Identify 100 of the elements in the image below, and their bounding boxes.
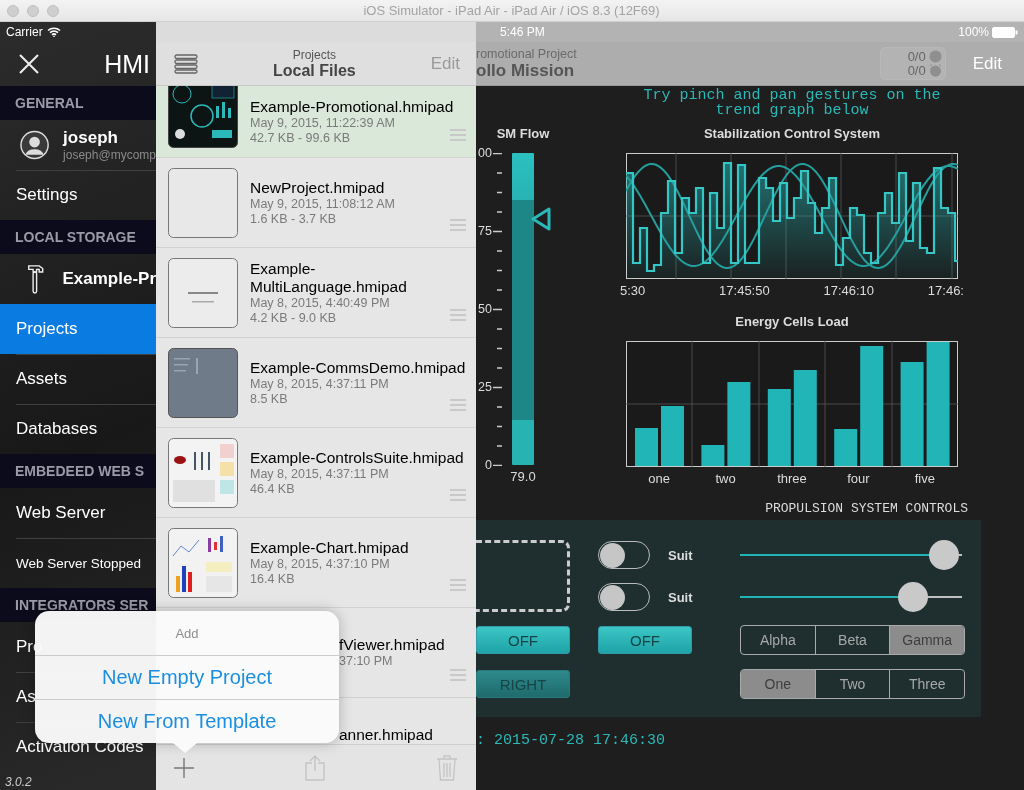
file-row[interactable]: Example-ControlsSuite.hmipad May 8, 2015, 4:37:11 PM 46.4 KB bbox=[156, 428, 476, 518]
trash-icon[interactable] bbox=[436, 754, 458, 781]
drag-handle-icon[interactable] bbox=[450, 669, 466, 681]
bar bbox=[635, 428, 658, 466]
file-name: Example-Promotional.hmipad bbox=[250, 97, 454, 116]
drag-handle-icon[interactable] bbox=[450, 129, 466, 141]
axis-label: two bbox=[714, 472, 737, 486]
bar bbox=[834, 429, 858, 466]
bar bbox=[661, 406, 684, 466]
axis-label: 17:46: bbox=[927, 284, 964, 298]
project-thumbnail bbox=[168, 437, 238, 508]
toggle-button[interactable]: OFF bbox=[598, 626, 692, 654]
file-row[interactable]: Example-MultiLanguage.hmipad May 8, 2015, 4:40:49 PM 4.2 KB - 9.0 KB bbox=[156, 248, 476, 338]
axis-label: 00 bbox=[478, 146, 492, 160]
chart-title: Stabilization Control System bbox=[703, 126, 881, 141]
wifi-icon bbox=[46, 27, 61, 37]
toggle-button[interactable]: OFF bbox=[476, 626, 570, 654]
project-thumbnail bbox=[168, 347, 238, 418]
window-title: iOS Simulator - iPad Air - iPad Air / iOS 8.3 (12F69) bbox=[362, 3, 661, 18]
section-header: GENERAL bbox=[0, 86, 156, 120]
clock-label: 5:46 PM bbox=[500, 25, 545, 39]
share-icon[interactable] bbox=[305, 754, 325, 781]
segment-option[interactable]: Two bbox=[814, 670, 890, 698]
window-minimize-button[interactable] bbox=[27, 4, 39, 17]
user-row[interactable]: joseph joseph@mycomp bbox=[0, 120, 156, 170]
drag-handle-icon[interactable] bbox=[450, 579, 466, 591]
menu-item[interactable]: Web Server bbox=[0, 488, 156, 538]
file-row[interactable]: Example-CommsDemo.hmipad May 8, 2015, 4:37:11 PM 8.5 KB bbox=[156, 338, 476, 428]
slider[interactable] bbox=[740, 582, 962, 612]
axis-label: 50 bbox=[478, 302, 492, 316]
version-label: 3.0.2 bbox=[4, 774, 33, 789]
slider-thumb[interactable] bbox=[898, 582, 929, 612]
counter-value: 0/0 bbox=[907, 49, 926, 64]
file-size: 4.2 KB - 9.0 KB bbox=[250, 310, 337, 326]
file-size: 8.5 KB bbox=[250, 391, 288, 407]
section-title: PROPULSION SYSTEM CONTROLS bbox=[764, 502, 968, 516]
menu-icon[interactable] bbox=[174, 53, 198, 74]
file-date: May 8, 2015, 4:37:11 PM bbox=[250, 376, 389, 392]
avatar-icon bbox=[20, 130, 50, 160]
file-name: Example-ControlsSuite.hmipad bbox=[250, 448, 464, 467]
file-size: 46.4 KB bbox=[250, 481, 295, 497]
window-zoom-button[interactable] bbox=[47, 4, 59, 17]
segment-option[interactable]: Alpha bbox=[741, 626, 815, 654]
nav-subtitle: romotional Project bbox=[476, 46, 578, 61]
nav-title: ollo Mission bbox=[476, 60, 575, 81]
file-name: Example-MultiLanguage.hmipad bbox=[250, 259, 408, 296]
battery-label: 100% bbox=[958, 25, 989, 39]
axis-label: one bbox=[647, 472, 672, 486]
slider[interactable] bbox=[740, 540, 962, 570]
drag-handle-icon[interactable] bbox=[450, 219, 466, 231]
file-date: 37:10 PM bbox=[339, 654, 393, 669]
file-row[interactable]: NewProject.hmipad May 9, 2015, 11:08:12 AM 1.6 KB - 3.7 KB bbox=[156, 158, 476, 248]
segment-option[interactable]: Three bbox=[889, 670, 964, 698]
project-thumbnail bbox=[168, 257, 238, 328]
file-name: Example-CommsDemo.hmipad bbox=[250, 358, 466, 377]
axis-label: 0 bbox=[485, 458, 492, 472]
nav-title: Local Files bbox=[273, 61, 356, 80]
file-date: May 9, 2015, 11:22:39 AM bbox=[250, 115, 395, 131]
axis-label: 5:30 bbox=[620, 284, 647, 298]
hint-text: Try pinch and pan gestures on the trend graph below bbox=[642, 88, 942, 118]
file-size: 16.4 KB bbox=[250, 571, 295, 587]
add-icon[interactable] bbox=[174, 757, 194, 778]
carrier-label: Carrier bbox=[6, 25, 43, 39]
status-dot-icon bbox=[928, 50, 942, 63]
nav-subtitle: Projects bbox=[292, 47, 337, 62]
slider-thumb[interactable] bbox=[929, 540, 960, 570]
axis-label: 17:45:50 bbox=[719, 284, 770, 298]
file-name: NewProject.hmipad bbox=[250, 178, 385, 197]
gauge-title: SM Flow bbox=[495, 126, 551, 141]
switch-label: Suit bbox=[668, 547, 693, 563]
user-email: joseph@mycomp bbox=[63, 148, 156, 162]
window-close-button[interactable] bbox=[7, 4, 19, 17]
switch-label: Suit bbox=[668, 589, 693, 605]
file-date: May 8, 2015, 4:40:49 PM bbox=[250, 295, 390, 311]
file-date: May 8, 2015, 4:37:10 PM bbox=[250, 556, 390, 572]
user-name: joseph bbox=[63, 128, 119, 148]
axis-label: five bbox=[913, 472, 936, 486]
app-title: HMI bbox=[104, 49, 150, 79]
file-date: May 8, 2015, 4:37:11 PM bbox=[250, 466, 389, 482]
drag-handle-icon[interactable] bbox=[450, 399, 466, 411]
section-header: LOCAL STORAGE bbox=[0, 220, 156, 254]
chart-title: Energy Cells Load bbox=[735, 314, 849, 329]
project-item[interactable]: Example-Pr bbox=[0, 254, 156, 304]
file-row[interactable]: Example-Promotional.hmipad May 9, 2015, 11:22:39 AM 42.7 KB - 99.6 KB bbox=[156, 86, 476, 158]
drag-handle-icon[interactable] bbox=[450, 489, 466, 501]
axis-label: 25 bbox=[478, 380, 492, 394]
close-icon[interactable] bbox=[19, 54, 39, 74]
battery-icon bbox=[992, 26, 1018, 38]
file-name: fViewer.hmipad bbox=[339, 636, 445, 654]
bar bbox=[701, 445, 725, 466]
axis-label: 17:46:10 bbox=[823, 284, 875, 298]
drag-handle-icon[interactable] bbox=[450, 309, 466, 321]
project-thumbnail bbox=[168, 167, 238, 238]
axis-label: three bbox=[776, 472, 808, 486]
timestamp: : 2015-07-28 17:46:30 bbox=[476, 734, 667, 748]
file-size: 1.6 KB - 3.7 KB bbox=[250, 211, 337, 227]
file-row[interactable]: Example-Chart.hmipad May 8, 2015, 4:37:10 PM 16.4 KB bbox=[156, 518, 476, 608]
file-date: May 9, 2015, 11:08:12 AM bbox=[250, 196, 395, 212]
menu-item[interactable]: Projects bbox=[0, 304, 156, 354]
axis-label: 75 bbox=[478, 224, 492, 238]
